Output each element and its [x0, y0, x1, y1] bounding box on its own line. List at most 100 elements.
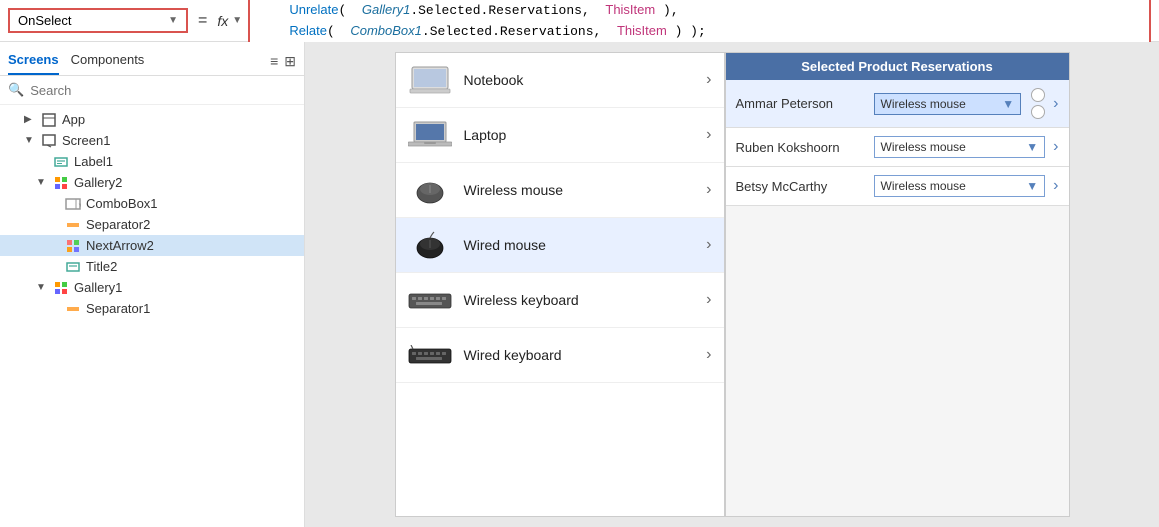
list-item[interactable]: Wired keyboard › — [396, 328, 724, 383]
circle-top-icon[interactable] — [1031, 88, 1045, 102]
tree-item-gallery1[interactable]: ▼ Gallery1 — [0, 277, 304, 298]
reservation-row[interactable]: Ruben Kokshoorn Wireless mouse ▼ › — [726, 128, 1069, 167]
formula-line-3: Relate( ComboBox1.Selected.Reservations,… — [258, 21, 1141, 42]
tree-item-separator2[interactable]: ▶ Separator2 — [0, 214, 304, 235]
svg-text:▼: ▼ — [78, 203, 82, 209]
dropdown-chevron-icon: ▼ — [1026, 140, 1038, 154]
tree-label-separator2: Separator2 — [86, 217, 150, 232]
list-item[interactable]: Wireless keyboard › — [396, 273, 724, 328]
equals-sign: = — [194, 12, 211, 30]
arrow-icon: ▶ — [24, 114, 34, 125]
tab-components[interactable]: Components — [71, 48, 145, 75]
wired-mouse-image — [408, 228, 452, 262]
circle-bottom-icon[interactable] — [1031, 105, 1045, 119]
chevron-right-icon: › — [706, 181, 711, 199]
tree-item-screen1[interactable]: ▼ Screen1 — [0, 130, 304, 151]
search-input[interactable] — [30, 83, 296, 98]
screen-icon — [40, 134, 58, 148]
title2-icon — [64, 260, 82, 274]
reservation-row[interactable]: Betsy McCarthy Wireless mouse ▼ › — [726, 167, 1069, 206]
grid-view-icon[interactable]: ⊞ — [284, 53, 296, 70]
tree-item-app[interactable]: ▶ App — [0, 109, 304, 130]
separator2-icon — [64, 218, 82, 232]
list-item[interactable]: Wireless mouse › — [396, 163, 724, 218]
tree-item-label1[interactable]: ▶ Label1 — [0, 151, 304, 172]
reservation-arrow-icon[interactable]: › — [1053, 177, 1058, 195]
center-panel: Notebook › Laptop › — [305, 42, 1159, 527]
tree-label-separator1: Separator1 — [86, 301, 150, 316]
dropdown-chevron-icon: ▼ — [1002, 97, 1014, 111]
main-layout: Screens Components ≡ ⊞ 🔍 ▶ App ▼ — [0, 42, 1159, 527]
reservation-dropdown[interactable]: Wireless mouse ▼ — [874, 93, 1022, 115]
chevron-right-icon: › — [706, 236, 711, 254]
app-preview: Notebook › Laptop › — [395, 52, 1070, 517]
arrow-icon: ▼ — [36, 177, 46, 188]
tree-label-label1: Label1 — [74, 154, 113, 169]
wireless-keyboard-image — [408, 283, 452, 317]
tree-label-screen1: Screen1 — [62, 133, 110, 148]
tree-item-nextarrow2[interactable]: ▶ NextArrow2 — [0, 235, 304, 256]
product-name: Wired mouse — [464, 237, 695, 253]
reservation-name: Ruben Kokshoorn — [736, 140, 866, 155]
reservation-arrow-icon[interactable]: › — [1053, 95, 1058, 113]
tree-label-app: App — [62, 112, 85, 127]
arrow-icon: ▼ — [36, 282, 46, 293]
tree-item-separator1[interactable]: ▶ Separator1 — [0, 298, 304, 319]
reservation-row[interactable]: Ammar Peterson Wireless mouse ▼ › — [726, 80, 1069, 128]
dropdown-chevron-icon: ▼ — [1026, 179, 1038, 193]
tab-screens[interactable]: Screens — [8, 48, 59, 75]
tree-item-title2[interactable]: ▶ Title2 — [0, 256, 304, 277]
dropdown-value: Wireless mouse — [881, 97, 966, 111]
list-item[interactable]: Notebook › — [396, 53, 724, 108]
event-label: OnSelect — [18, 13, 71, 28]
app-icon — [40, 113, 58, 127]
wireless-mouse-image — [408, 173, 452, 207]
nextarrow2-icon — [64, 239, 82, 253]
left-panel: Screens Components ≡ ⊞ 🔍 ▶ App ▼ — [0, 42, 305, 527]
tree-item-combobox1[interactable]: ▶ ▼ ComboBox1 — [0, 193, 304, 214]
search-icon: 🔍 — [8, 82, 24, 98]
wired-keyboard-image — [408, 338, 452, 372]
gallery1-icon — [52, 281, 70, 295]
list-item[interactable]: Laptop › — [396, 108, 724, 163]
component-tree: ▶ App ▼ Screen1 ▶ Label1 — [0, 105, 304, 527]
chevron-right-icon: › — [706, 126, 711, 144]
list-item[interactable]: Wired mouse › — [396, 218, 724, 273]
separator1-icon — [64, 302, 82, 316]
reservation-dropdown[interactable]: Wireless mouse ▼ — [874, 136, 1046, 158]
tree-label-gallery2: Gallery2 — [74, 175, 122, 190]
chevron-right-icon: › — [706, 346, 711, 364]
panel-tabs: Screens Components ≡ ⊞ — [0, 42, 304, 76]
list-view-icon[interactable]: ≡ — [270, 53, 278, 70]
reservations-header: Selected Product Reservations — [726, 53, 1069, 80]
notebook-image — [408, 63, 452, 97]
chevron-right-icon: › — [706, 291, 711, 309]
product-name: Wired keyboard — [464, 347, 695, 363]
product-name: Wireless mouse — [464, 182, 695, 198]
product-name: Wireless keyboard — [464, 292, 695, 308]
combobox-icon: ▼ — [64, 197, 82, 211]
tree-label-combobox1: ComboBox1 — [86, 196, 158, 211]
reservation-name: Betsy McCarthy — [736, 179, 866, 194]
arrow-icon: ▼ — [24, 135, 34, 146]
tree-label-gallery1: Gallery1 — [74, 280, 122, 295]
tree-label-nextarrow2: NextArrow2 — [86, 238, 154, 253]
panel-tab-icons: ≡ ⊞ — [270, 53, 296, 70]
reservation-arrow-icon[interactable]: › — [1053, 138, 1058, 156]
search-box: 🔍 — [0, 76, 304, 105]
product-list: Notebook › Laptop › — [395, 52, 725, 517]
fx-symbol: fx — [217, 13, 228, 29]
circles-container — [1031, 88, 1045, 119]
laptop-image — [408, 118, 452, 152]
tree-item-gallery2[interactable]: ▼ Gallery2 — [0, 172, 304, 193]
fx-chevron-icon: ▼ — [232, 15, 242, 26]
formula-line-2: Unrelate( Gallery1.Selected.Reservations… — [258, 0, 1141, 21]
product-name: Notebook — [464, 72, 695, 88]
reservation-name: Ammar Peterson — [736, 96, 866, 111]
fx-area: fx ▼ — [217, 13, 242, 29]
reservation-dropdown[interactable]: Wireless mouse ▼ — [874, 175, 1046, 197]
event-chevron-icon: ▼ — [168, 15, 178, 26]
event-dropdown[interactable]: OnSelect ▼ — [8, 8, 188, 33]
dropdown-value: Wireless mouse — [881, 140, 966, 154]
chevron-right-icon: › — [706, 71, 711, 89]
